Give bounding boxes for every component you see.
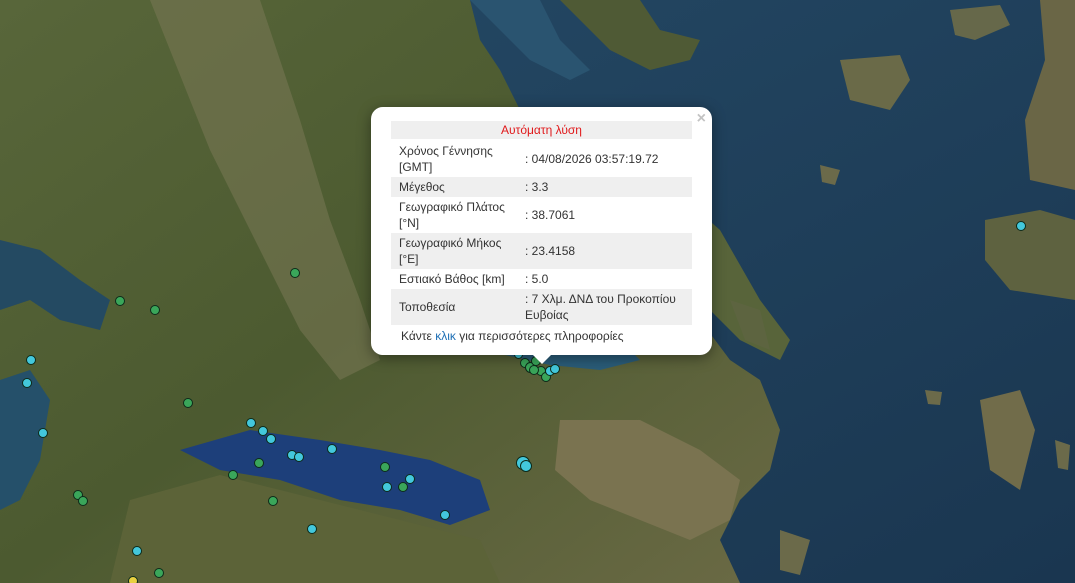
earthquake-marker[interactable] bbox=[529, 365, 539, 375]
earthquake-marker[interactable] bbox=[440, 510, 450, 520]
earthquake-marker[interactable] bbox=[290, 268, 300, 278]
earthquake-marker[interactable] bbox=[22, 378, 32, 388]
earthquake-marker[interactable] bbox=[1016, 221, 1026, 231]
earthquake-marker[interactable] bbox=[268, 496, 278, 506]
earthquake-marker[interactable] bbox=[380, 462, 390, 472]
earthquake-marker[interactable] bbox=[38, 428, 48, 438]
earthquake-marker[interactable] bbox=[154, 568, 164, 578]
earthquake-marker[interactable] bbox=[128, 576, 138, 583]
info-value: : 3.3 bbox=[517, 177, 692, 197]
earthquake-marker[interactable] bbox=[183, 398, 193, 408]
info-value: : 38.7061 bbox=[525, 208, 576, 222]
more-info-suffix: για περισσότερες πληροφορίες bbox=[455, 329, 624, 343]
more-info-prefix: Κάντε bbox=[401, 329, 436, 343]
earthquake-info-popup: × Αυτόματη λύση Χρόνος Γέννησης [GMT] : … bbox=[371, 107, 712, 364]
popup-tip bbox=[532, 354, 552, 364]
info-label: Γεωγραφικό Μήκος [°E] bbox=[391, 233, 517, 269]
close-icon[interactable]: × bbox=[697, 111, 706, 127]
more-info-link[interactable]: κλικ bbox=[435, 329, 456, 343]
info-value: : 7 Χλμ. ΔΝΔ του Προκοπίου Ευβοίας bbox=[517, 289, 692, 325]
more-info-line: Κάντε κλικ για περισσότερες πληροφορίες bbox=[391, 329, 692, 343]
info-row-magnitude: Μέγεθος : 3.3 bbox=[391, 177, 692, 197]
info-label: Γεωγραφικό Πλάτος [°N] bbox=[399, 200, 505, 230]
earthquake-marker[interactable] bbox=[382, 482, 392, 492]
earthquake-marker[interactable] bbox=[115, 296, 125, 306]
earthquake-marker[interactable] bbox=[254, 458, 264, 468]
info-row-latitude: Γεωγραφικό Πλάτος [°N] : 38.7061 bbox=[391, 197, 692, 233]
info-row-longitude: Γεωγραφικό Μήκος [°E] : 23.4158 bbox=[391, 233, 692, 269]
earthquake-marker[interactable] bbox=[550, 364, 560, 374]
earthquake-marker[interactable] bbox=[398, 482, 408, 492]
earthquake-marker[interactable] bbox=[294, 452, 304, 462]
earthquake-marker[interactable] bbox=[228, 470, 238, 480]
info-label: Χρόνος Γέννησης [GMT] bbox=[399, 144, 493, 174]
earthquake-marker[interactable] bbox=[150, 305, 160, 315]
info-row-depth: Εστιακό Βάθος [km] : 5.0 bbox=[391, 269, 692, 289]
info-value: : 04/08/2026 03:57:19.72 bbox=[525, 152, 659, 166]
info-value: : 23.4158 bbox=[517, 233, 692, 269]
earthquake-marker[interactable] bbox=[132, 546, 142, 556]
info-value: : 5.0 bbox=[525, 272, 549, 286]
earthquake-marker[interactable] bbox=[246, 418, 256, 428]
earthquake-marker[interactable] bbox=[520, 460, 532, 472]
info-row-location: Τοποθεσία : 7 Χλμ. ΔΝΔ του Προκοπίου Ευβ… bbox=[391, 289, 692, 325]
earthquake-marker[interactable] bbox=[307, 524, 317, 534]
earthquake-marker[interactable] bbox=[266, 434, 276, 444]
info-label: Μέγεθος bbox=[391, 177, 517, 197]
earthquake-marker[interactable] bbox=[78, 496, 88, 506]
map-view[interactable]: × Αυτόματη λύση Χρόνος Γέννησης [GMT] : … bbox=[0, 0, 1075, 583]
earthquake-info-table: Χρόνος Γέννησης [GMT] : 04/08/2026 03:57… bbox=[391, 141, 692, 325]
popup-title: Αυτόματη λύση bbox=[391, 121, 692, 139]
earthquake-marker[interactable] bbox=[26, 355, 36, 365]
earthquake-marker[interactable] bbox=[327, 444, 337, 454]
info-row-origin-time: Χρόνος Γέννησης [GMT] : 04/08/2026 03:57… bbox=[391, 141, 692, 177]
info-label: Εστιακό Βάθος [km] bbox=[399, 272, 505, 286]
info-label: Τοποθεσία bbox=[391, 289, 517, 325]
